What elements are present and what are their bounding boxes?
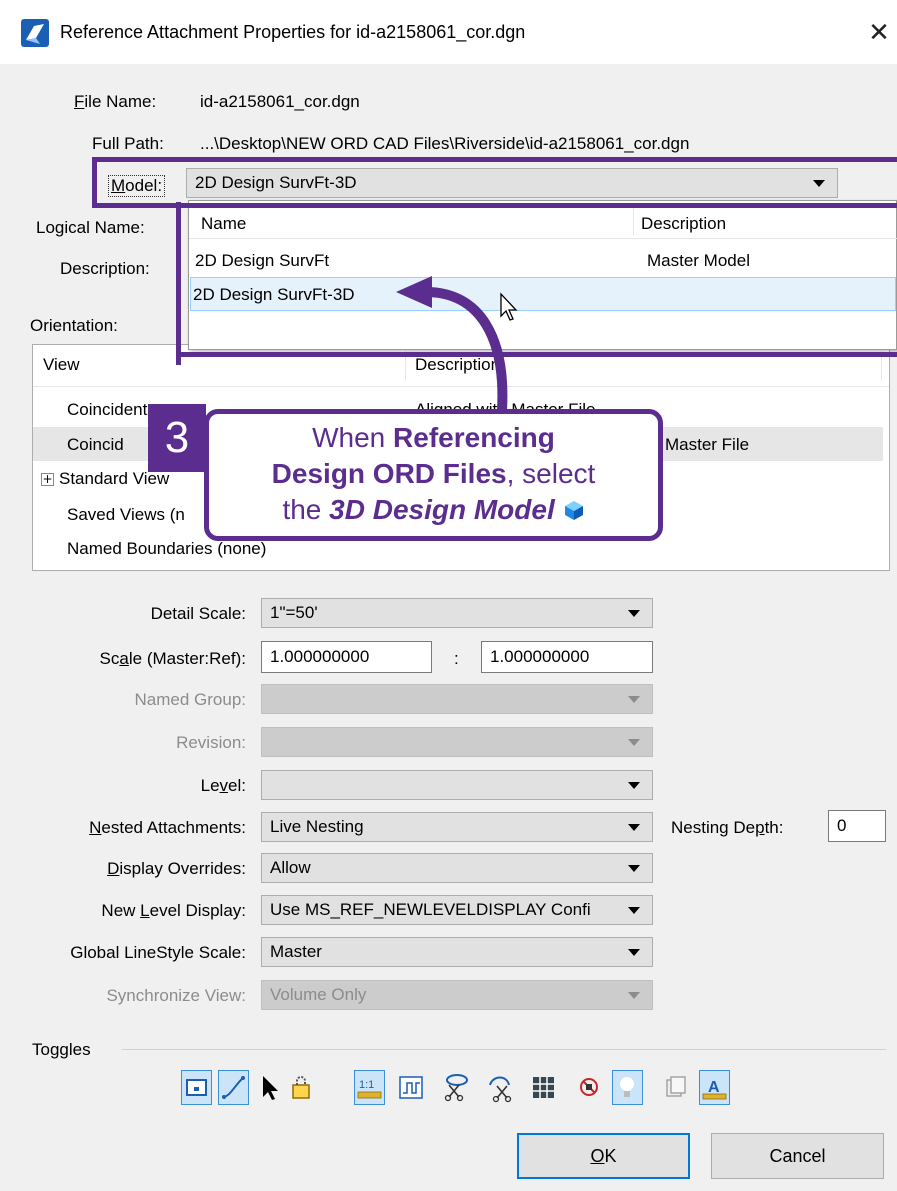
chevron-down-icon	[628, 907, 640, 914]
chevron-down-icon	[628, 949, 640, 956]
full-path-value: ...\Desktop\NEW ORD CAD Files\Riverside\…	[200, 134, 690, 153]
display-overrides-dropdown[interactable]: Allow	[261, 853, 653, 883]
synchronize-view-value: Volume Only	[270, 985, 367, 1004]
scale-master-input[interactable]: 1.000000000	[261, 641, 432, 673]
new-level-display-label: New Level Display:	[101, 901, 246, 920]
model-dropdown-list[interactable]: Name Description 2D Design SurvFt Master…	[188, 200, 897, 350]
callout-line-2: Design ORD Files, select	[271, 458, 596, 489]
display-raster-icon[interactable]	[660, 1070, 691, 1105]
ok-button[interactable]: OK	[517, 1133, 690, 1179]
column-divider	[633, 207, 634, 235]
highlight-frame-left	[176, 202, 181, 365]
highlight-frame-model	[92, 157, 897, 208]
scale-line-styles-icon[interactable]	[396, 1070, 427, 1105]
level-dropdown[interactable]	[261, 770, 653, 800]
callout-arrow	[396, 276, 508, 415]
dropdown-option[interactable]: 2D Design SurvFt	[195, 251, 329, 271]
nesting-depth-input[interactable]: 0	[828, 810, 886, 842]
clip-back-icon[interactable]	[486, 1070, 517, 1105]
new-level-display-value: Use MS_REF_NEWLEVELDISPLAY Confi	[270, 900, 591, 919]
nesting-depth-label: Nesting Depth:	[671, 818, 784, 837]
title-bar: Reference Attachment Properties for id-a…	[0, 0, 897, 64]
step-number-badge: 3	[148, 404, 206, 472]
svg-text:1:1: 1:1	[359, 1079, 374, 1091]
svg-text:A: A	[708, 1079, 720, 1096]
scale-separator: :	[454, 649, 459, 668]
window-title: Reference Attachment Properties for id-a…	[60, 22, 526, 42]
callout-line-1: When Referencing	[312, 422, 555, 453]
file-name-label: File Name:	[74, 92, 157, 111]
chevron-down-icon	[628, 739, 640, 746]
dropdown-column-name[interactable]: Name	[201, 214, 246, 234]
3d-model-icon	[564, 501, 583, 520]
true-scale-icon[interactable]: 1:1	[354, 1070, 385, 1105]
list-item[interactable]: Coincid	[67, 435, 124, 455]
level-label: Level:	[200, 776, 246, 795]
annotation-scale-icon[interactable]: A	[699, 1070, 730, 1105]
display-overrides-label: Display Overrides:	[107, 859, 246, 878]
revision-label: Revision:	[176, 733, 246, 752]
detail-scale-label: Detail Scale:	[150, 604, 246, 623]
dropdown-option-description: Master Model	[647, 251, 750, 270]
global-linestyle-scale-dropdown[interactable]: Master	[261, 937, 653, 967]
microstation-app-icon	[21, 19, 49, 47]
lock-icon[interactable]	[286, 1070, 317, 1105]
raster-icon[interactable]	[528, 1070, 559, 1105]
global-linestyle-scale-value: Master	[270, 942, 322, 961]
chevron-down-icon	[628, 696, 640, 703]
named-group-dropdown	[261, 684, 653, 714]
chevron-down-icon	[628, 610, 640, 617]
synchronize-view-label: Synchronize View:	[106, 986, 246, 1005]
nested-attachments-label: Nested Attachments:	[89, 818, 246, 837]
list-item[interactable]: Standard View	[59, 469, 169, 489]
orientation-label: Orientation:	[30, 316, 118, 335]
detail-scale-dropdown[interactable]: 1"=50'	[261, 598, 653, 628]
toggles-label: Toggles	[32, 1040, 91, 1059]
nested-attachments-dropdown[interactable]: Live Nesting	[261, 812, 653, 842]
list-item[interactable]: Named Boundaries (none)	[67, 539, 266, 559]
file-name-value: id-a2158061_cor.dgn	[200, 92, 360, 111]
treat-as-element-icon[interactable]	[574, 1070, 605, 1105]
toggles-divider	[122, 1049, 886, 1050]
chevron-down-icon	[628, 824, 640, 831]
use-lights-icon[interactable]	[612, 1070, 643, 1105]
full-path-label: Full Path:	[92, 134, 164, 153]
close-icon[interactable]: ✕	[864, 14, 894, 50]
nested-attachments-value: Live Nesting	[270, 817, 364, 836]
callout-line-3: the 3D Design Model	[209, 494, 658, 526]
tip-callout: When Referencing Design ORD Files, selec…	[204, 409, 663, 541]
logical-name-label: Logical Name:	[36, 218, 145, 237]
chevron-down-icon	[628, 865, 640, 872]
column-header-view[interactable]: View	[43, 355, 80, 375]
new-level-display-dropdown[interactable]: Use MS_REF_NEWLEVELDISPLAY Confi	[261, 895, 653, 925]
mouse-cursor-icon	[500, 292, 518, 321]
scale-label: Scale (Master:Ref):	[99, 649, 246, 668]
ignore-attachment-icon[interactable]	[440, 1070, 471, 1105]
chevron-down-icon	[628, 992, 640, 999]
display-icon[interactable]	[181, 1070, 212, 1105]
cancel-button[interactable]: Cancel	[711, 1133, 884, 1179]
description-label: Description:	[60, 259, 150, 278]
global-linestyle-scale-label: Global LineStyle Scale:	[70, 943, 246, 962]
list-item-description: Master File	[665, 435, 750, 454]
named-group-label: Named Group:	[134, 690, 247, 709]
chevron-down-icon	[628, 782, 640, 789]
revision-dropdown	[261, 727, 653, 757]
detail-scale-value: 1"=50'	[270, 603, 318, 622]
display-overrides-value: Allow	[270, 858, 311, 877]
locate-icon[interactable]	[254, 1070, 285, 1105]
list-item[interactable]: Coincident	[67, 400, 147, 420]
list-item[interactable]: Saved Views (n	[67, 505, 185, 525]
scale-ref-input[interactable]: 1.000000000	[481, 641, 653, 673]
dropdown-option[interactable]: 2D Design SurvFt-3D	[193, 285, 355, 305]
synchronize-view-dropdown: Volume Only	[261, 980, 653, 1010]
snap-icon[interactable]	[218, 1070, 249, 1105]
dropdown-column-description[interactable]: Description	[641, 214, 726, 234]
expand-plus-icon[interactable]: +	[41, 473, 54, 486]
